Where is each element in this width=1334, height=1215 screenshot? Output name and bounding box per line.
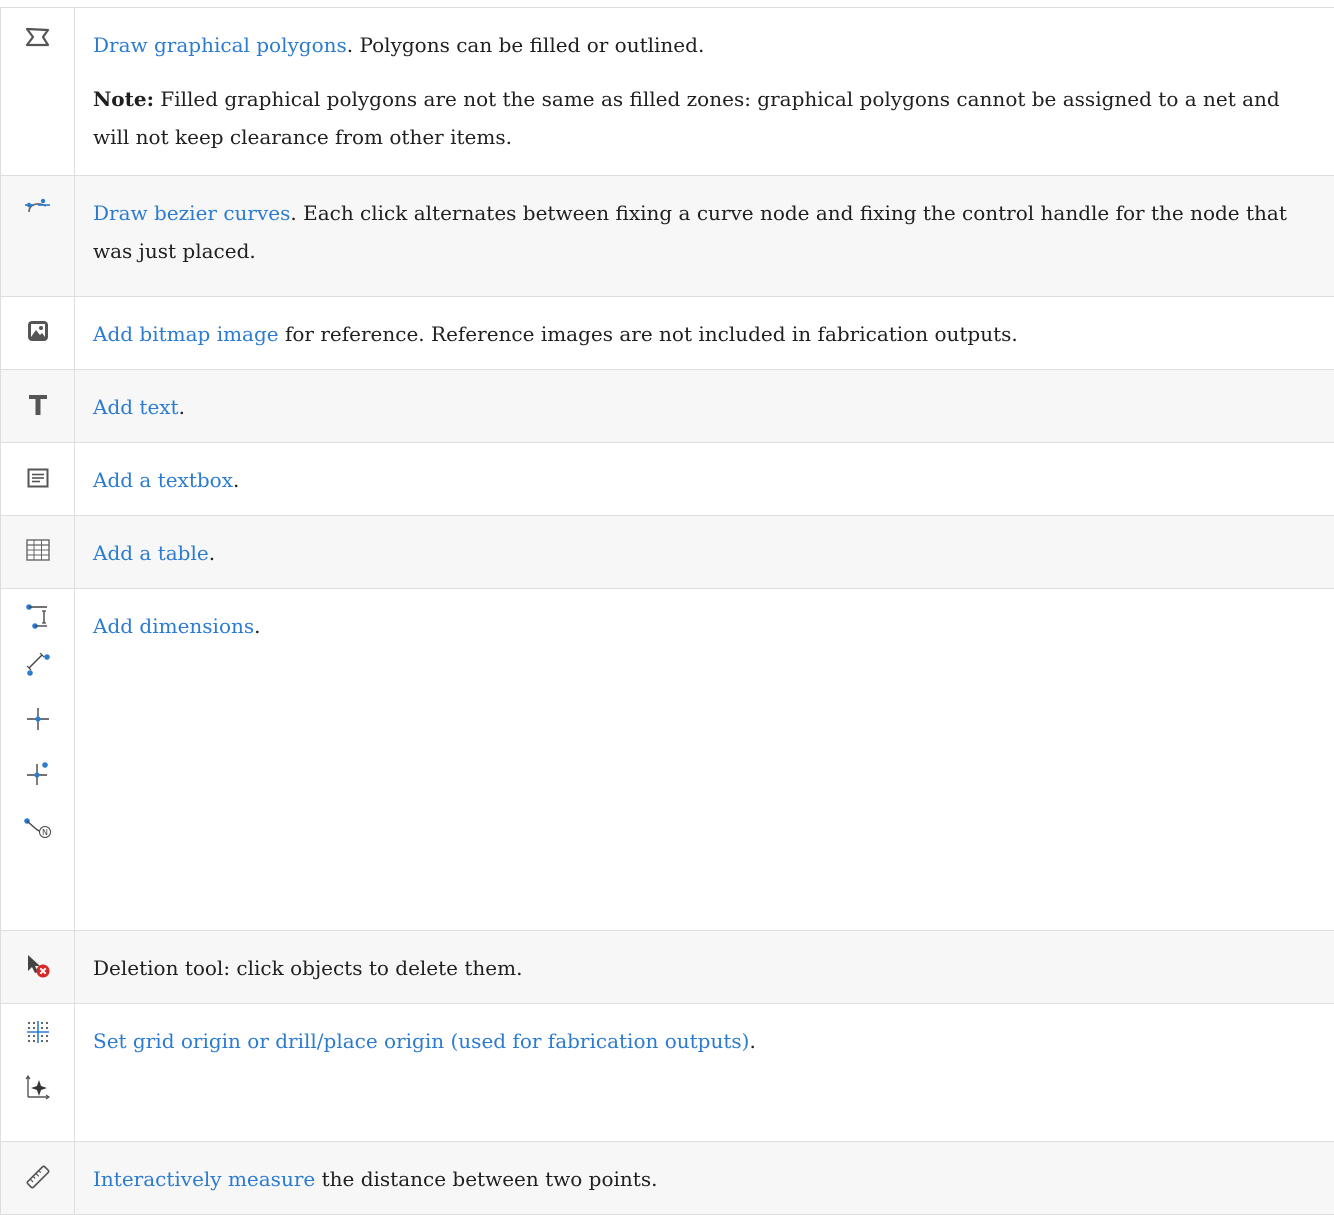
description-cell: Interactively measure the distance betwe…: [75, 1142, 1334, 1215]
icon-cell: [1, 443, 75, 516]
dimension-aligned-icon: [25, 651, 51, 679]
link-draw-bezier[interactable]: Draw bezier curves: [93, 201, 290, 225]
link-measure[interactable]: Interactively measure: [93, 1167, 315, 1191]
link-set-origin[interactable]: Set grid origin or drill/place origin (u…: [93, 1029, 749, 1053]
table-row: Draw bezier curves. Each click alternate…: [1, 176, 1334, 297]
icon-cell: [1, 176, 75, 297]
table-row: N Add dimensions.: [1, 589, 1334, 931]
description-cell: Draw graphical polygons. Polygons can be…: [75, 8, 1334, 176]
description-cell: Add bitmap image for reference. Referenc…: [75, 297, 1334, 370]
description-text: .: [749, 1029, 755, 1053]
image-icon: [27, 320, 49, 342]
dimension-center-icon: [25, 705, 51, 733]
description-text: .: [254, 614, 260, 638]
description-cell: Add a table.: [75, 516, 1334, 589]
link-add-table[interactable]: Add a table: [93, 541, 209, 565]
table-icon: [26, 539, 50, 561]
dimension-orthogonal-icon: [25, 603, 51, 631]
table-row: Interactively measure the distance betwe…: [1, 1142, 1334, 1215]
bezier-icon: [24, 196, 52, 216]
polygon-icon: [25, 26, 51, 48]
icon-cell: [1, 931, 75, 1004]
link-add-text[interactable]: Add text: [93, 395, 179, 419]
description-text: . Polygons can be filled or outlined.: [347, 33, 705, 57]
link-add-dimensions[interactable]: Add dimensions: [93, 614, 254, 638]
delete-tool-icon: [25, 953, 51, 979]
table-row: Add a table.: [1, 516, 1334, 589]
text-icon: [27, 394, 49, 416]
icon-cell: [1, 1004, 75, 1142]
description-text: .: [209, 541, 215, 565]
dimension-leader-icon: N: [23, 815, 53, 843]
description-text: for reference. Reference images are not …: [279, 322, 1018, 346]
table-row: Deletion tool: click objects to delete t…: [1, 931, 1334, 1004]
note-label: Note:: [93, 87, 154, 111]
table-row: Add text.: [1, 370, 1334, 443]
table-row: Add bitmap image for reference. Referenc…: [1, 297, 1334, 370]
icon-cell: [1, 1142, 75, 1215]
tools-table: Draw graphical polygons. Polygons can be…: [0, 7, 1334, 1215]
icon-cell: [1, 370, 75, 443]
icon-cell: [1, 8, 75, 176]
description-text: .: [233, 468, 239, 492]
grid-origin-icon: [26, 1020, 50, 1044]
table-row: Add a textbox.: [1, 443, 1334, 516]
description-cell: Add a textbox.: [75, 443, 1334, 516]
description-cell: Set grid origin or drill/place origin (u…: [75, 1004, 1334, 1142]
link-add-bitmap[interactable]: Add bitmap image: [93, 322, 279, 346]
description-text: .: [179, 395, 185, 419]
description-cell: Add dimensions.: [75, 589, 1334, 931]
description-cell: Deletion tool: click objects to delete t…: [75, 931, 1334, 1004]
description-text: the distance between two points.: [315, 1167, 657, 1191]
note-text: Filled graphical polygons are not the sa…: [93, 87, 1280, 149]
link-draw-polygons[interactable]: Draw graphical polygons: [93, 33, 347, 57]
link-add-textbox[interactable]: Add a textbox: [93, 468, 233, 492]
icon-cell: N: [1, 589, 75, 931]
svg-text:N: N: [42, 828, 48, 837]
icon-cell: [1, 516, 75, 589]
description-text: Deletion tool: click objects to delete t…: [93, 956, 522, 980]
icon-cell: [1, 297, 75, 370]
description-cell: Draw bezier curves. Each click alternate…: [75, 176, 1334, 297]
measure-icon: [25, 1164, 51, 1190]
textbox-icon: [27, 468, 49, 488]
description-cell: Add text.: [75, 370, 1334, 443]
table-row: Set grid origin or drill/place origin (u…: [1, 1004, 1334, 1142]
dimension-radial-icon: [25, 759, 51, 787]
drill-origin-icon: [25, 1074, 51, 1100]
table-row: Draw graphical polygons. Polygons can be…: [1, 8, 1334, 176]
